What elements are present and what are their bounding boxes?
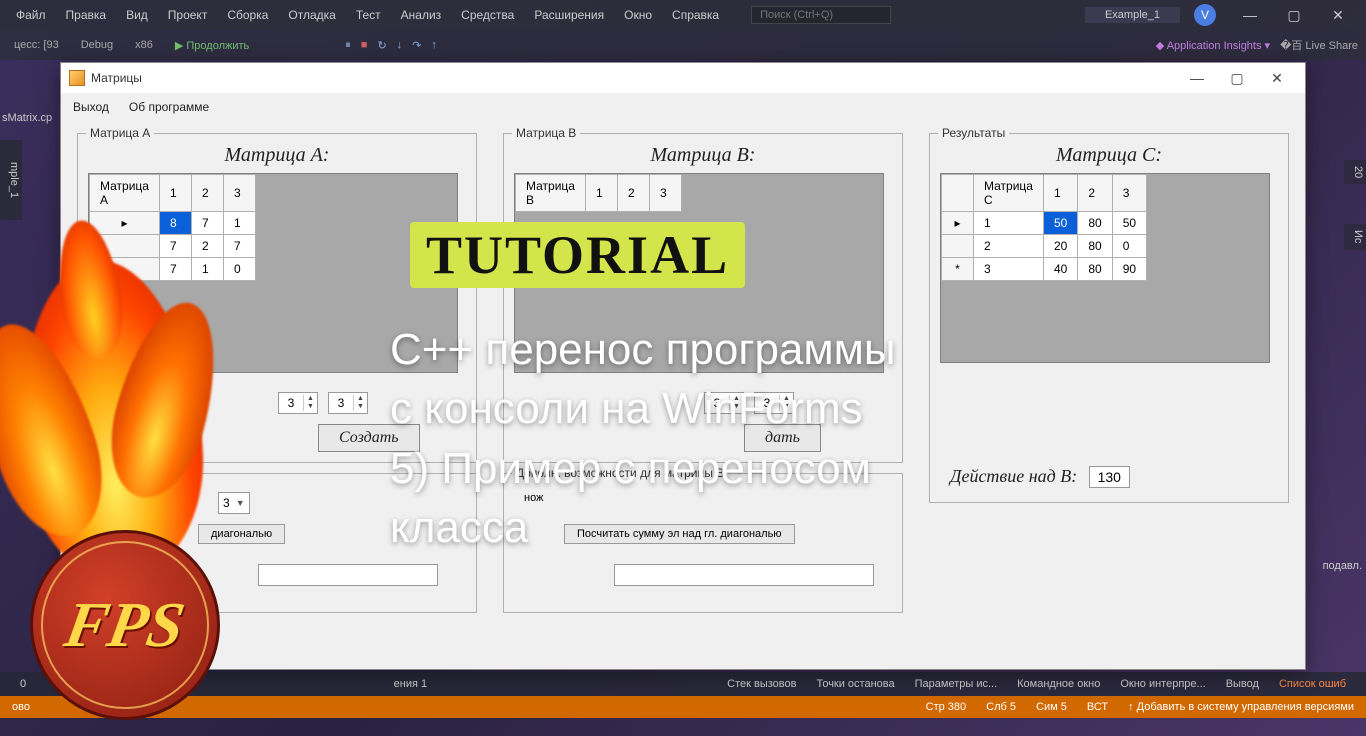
status-ins: ВСТ bbox=[1087, 701, 1108, 713]
create-b-button[interactable]: дать bbox=[744, 424, 821, 452]
groupbox-extra-b: Дополн. возможности для матрицы B нож По… bbox=[503, 473, 903, 613]
step-out-icon[interactable]: ↑ bbox=[431, 39, 437, 51]
action-b-value: 130 bbox=[1089, 466, 1130, 488]
groupbox-matrix-b: Матрица B Матрица B: Матрица B123 ▲▼ ▲▼ … bbox=[503, 133, 903, 463]
menu-project[interactable]: Проект bbox=[160, 4, 216, 26]
debug-restart-icon[interactable]: ↻ bbox=[377, 39, 386, 52]
tab-immediate[interactable]: Окно интерпре... bbox=[1120, 678, 1205, 690]
datagrid-a[interactable]: Матрица A123 ▸871 727 710 bbox=[88, 173, 458, 373]
wf-minimize-icon[interactable]: — bbox=[1177, 70, 1217, 86]
editor-tab-file[interactable]: sMatrix.cp bbox=[2, 112, 52, 124]
menu-build[interactable]: Сборка bbox=[219, 4, 276, 26]
side-tab[interactable]: mple_1 bbox=[0, 140, 22, 220]
project-title: Example_1 bbox=[1085, 7, 1180, 23]
diag-a-button[interactable]: диагональю bbox=[198, 524, 285, 544]
menu-window[interactable]: Окно bbox=[616, 4, 660, 26]
result-b-field[interactable] bbox=[614, 564, 874, 586]
fps-logo: FPS bbox=[30, 530, 220, 720]
combo-a[interactable]: 3▼ bbox=[218, 492, 250, 514]
right-tab-3[interactable]: Ис bbox=[1344, 224, 1366, 249]
winform-menu: Выход Об программе bbox=[61, 93, 1305, 121]
group-a-title: Матрица A bbox=[86, 126, 154, 140]
search-input[interactable] bbox=[751, 6, 891, 24]
step-over-icon[interactable]: ↷ bbox=[412, 39, 421, 52]
app-icon bbox=[69, 70, 85, 86]
window-title: Матрицы bbox=[91, 71, 142, 85]
menu-tools[interactable]: Средства bbox=[453, 4, 522, 26]
tab-errors[interactable]: Список ошиб bbox=[1279, 678, 1346, 690]
matrix-c-header: Матрица C: bbox=[940, 144, 1278, 167]
menu-extensions[interactable]: Расширения bbox=[526, 4, 612, 26]
action-b-label: Действие над B: bbox=[950, 466, 1077, 486]
result-a-field[interactable] bbox=[258, 564, 438, 586]
winforms-window: Матрицы — ▢ ✕ Выход Об программе Матрица… bbox=[60, 62, 1306, 670]
bottom-num: 0 bbox=[20, 678, 26, 690]
status-col: Слб 5 bbox=[986, 701, 1016, 713]
minimize-icon[interactable]: — bbox=[1230, 7, 1270, 23]
continue-button[interactable]: ▶ Продолжить bbox=[169, 37, 255, 54]
menu-test[interactable]: Тест bbox=[348, 4, 389, 26]
wf-maximize-icon[interactable]: ▢ bbox=[1217, 70, 1257, 87]
maximize-icon[interactable]: ▢ bbox=[1274, 7, 1314, 24]
bottom-label: ения 1 bbox=[394, 678, 427, 690]
tab-breakpoints[interactable]: Точки останова bbox=[816, 678, 894, 690]
tab-exceptions[interactable]: Параметры ис... bbox=[915, 678, 998, 690]
debug-stop-icon[interactable]: ■ bbox=[361, 39, 368, 51]
status-sym: Сим 5 bbox=[1036, 701, 1067, 713]
menu-edit[interactable]: Правка bbox=[58, 4, 115, 26]
wf-close-icon[interactable]: ✕ bbox=[1257, 70, 1297, 87]
tab-output[interactable]: Вывод bbox=[1226, 678, 1259, 690]
app-insights[interactable]: ◆ Application Insights ▾ bbox=[1156, 39, 1270, 52]
debug-pause-icon[interactable]: ⏸ bbox=[345, 39, 351, 52]
spinner-b-cols[interactable]: ▲▼ bbox=[754, 392, 794, 414]
vs-toolbar: цесс: [93 Debug x86 ▶ Продолжить ⏸ ■ ↻ ↓… bbox=[0, 30, 1366, 60]
close-icon[interactable]: ✕ bbox=[1318, 7, 1358, 24]
datagrid-b[interactable]: Матрица B123 bbox=[514, 173, 884, 373]
status-ready: ово bbox=[12, 701, 30, 713]
status-vcs[interactable]: ↑ Добавить в систему управления версиями bbox=[1128, 701, 1354, 713]
extra-b-label: нож bbox=[524, 492, 543, 504]
right-side-tabs: 20 Ис bbox=[1344, 160, 1366, 250]
menu-exit[interactable]: Выход bbox=[73, 100, 109, 114]
extra-a-title: матрицы A bbox=[86, 466, 154, 480]
tab-command[interactable]: Командное окно bbox=[1017, 678, 1100, 690]
spinner-a-rows[interactable]: ▲▼ bbox=[278, 392, 318, 414]
matrix-a-header: Матрица A: bbox=[88, 144, 466, 167]
menu-view[interactable]: Вид bbox=[118, 4, 156, 26]
window-titlebar[interactable]: Матрицы — ▢ ✕ bbox=[61, 63, 1305, 93]
platform-config[interactable]: x86 bbox=[129, 37, 159, 53]
spinner-a-cols[interactable]: ▲▼ bbox=[328, 392, 368, 414]
menu-about[interactable]: Об программе bbox=[129, 100, 209, 114]
group-b-title: Матрица B bbox=[512, 126, 580, 140]
menu-help[interactable]: Справка bbox=[664, 4, 727, 26]
datagrid-c[interactable]: Матрица C123 ▸1508050 220800 *3408090 bbox=[940, 173, 1270, 363]
right-tab-1[interactable]: 20 bbox=[1344, 160, 1366, 184]
diag-b-button[interactable]: Посчитать сумму эл над гл. диагональю bbox=[564, 524, 795, 544]
tab-callstack[interactable]: Стек вызовов bbox=[727, 678, 796, 690]
group-c-title: Результаты bbox=[938, 126, 1009, 140]
step-into-icon[interactable]: ↓ bbox=[397, 39, 403, 51]
menu-file[interactable]: Файл bbox=[8, 4, 54, 26]
status-line: Стр 380 bbox=[926, 701, 967, 713]
matrix-b-header: Матрица B: bbox=[514, 144, 892, 167]
suppress-label: подавл. bbox=[1323, 560, 1362, 572]
status-bar: ово Стр 380 Слб 5 Сим 5 ВСТ ↑ Добавить в… bbox=[0, 696, 1366, 718]
process-label: цесс: [93 bbox=[8, 37, 65, 53]
extra-b-title: Дополн. возможности для матрицы B bbox=[512, 466, 728, 480]
debug-config[interactable]: Debug bbox=[75, 37, 119, 53]
user-avatar[interactable]: V bbox=[1194, 4, 1216, 26]
menu-debug[interactable]: Отладка bbox=[280, 4, 343, 26]
spinner-b-rows[interactable]: ▲▼ bbox=[704, 392, 744, 414]
groupbox-matrix-a: Матрица A Матрица A: Матрица A123 ▸871 7… bbox=[77, 133, 477, 463]
menu-analyze[interactable]: Анализ bbox=[393, 4, 450, 26]
create-a-button[interactable]: Создать bbox=[318, 424, 420, 452]
groupbox-results: Результаты Матрица C: Матрица C123 ▸1508… bbox=[929, 133, 1289, 503]
live-share[interactable]: �百 Live Share bbox=[1280, 37, 1358, 53]
vs-main-menu: Файл Правка Вид Проект Сборка Отладка Те… bbox=[0, 0, 1366, 30]
